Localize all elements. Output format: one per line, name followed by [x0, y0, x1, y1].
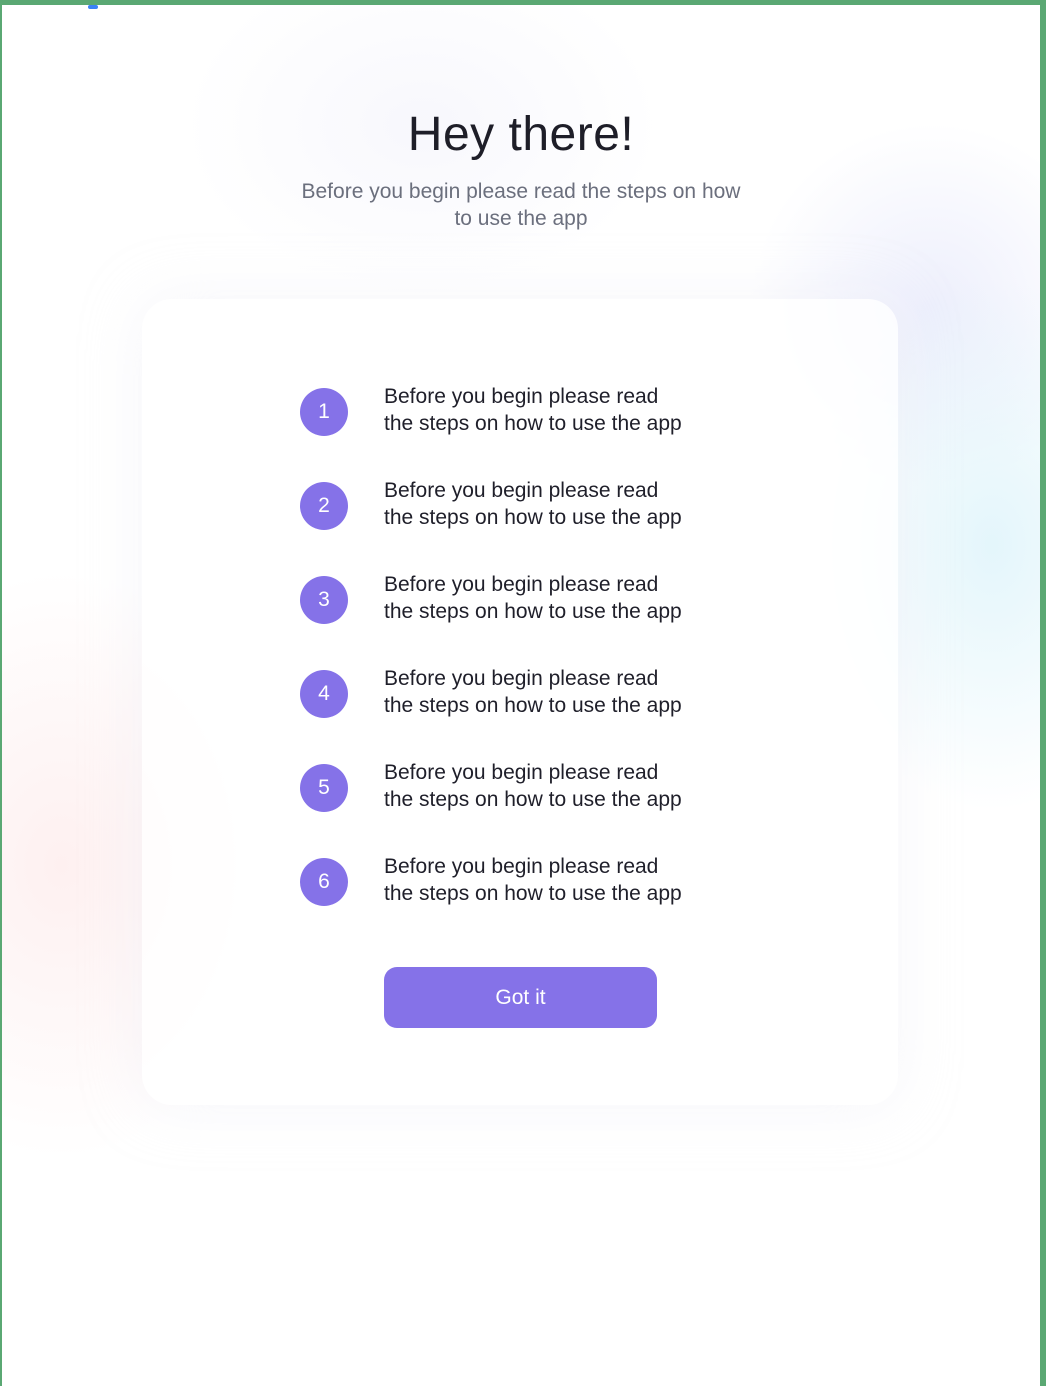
- steps-list: 1 Before you begin please read the steps…: [300, 367, 760, 931]
- step-text-line: the steps on how to use the app: [384, 788, 682, 811]
- step-item-1: 1 Before you begin please read the steps…: [300, 367, 760, 461]
- step-text-line: Before you begin please read: [384, 761, 659, 784]
- step-item-3: 3 Before you begin please read the steps…: [300, 555, 760, 649]
- step-text-line: the steps on how to use the app: [384, 600, 682, 623]
- step-text: Before you begin please read the steps o…: [384, 383, 734, 437]
- step-number-badge: 4: [300, 670, 348, 718]
- step-text-line: the steps on how to use the app: [384, 506, 682, 529]
- step-item-4: 4 Before you begin please read the steps…: [300, 649, 760, 743]
- step-number-badge: 3: [300, 576, 348, 624]
- step-text: Before you begin please read the steps o…: [384, 571, 734, 625]
- step-number-badge: 6: [300, 858, 348, 906]
- got-it-button[interactable]: Got it: [384, 967, 657, 1028]
- step-text: Before you begin please read the steps o…: [384, 759, 734, 813]
- step-text: Before you begin please read the steps o…: [384, 477, 734, 531]
- step-number-badge: 5: [300, 764, 348, 812]
- step-text-line: Before you begin please read: [384, 855, 659, 878]
- step-text-line: the steps on how to use the app: [384, 694, 682, 717]
- step-text: Before you begin please read the steps o…: [384, 665, 734, 719]
- step-text-line: Before you begin please read: [384, 479, 659, 502]
- corner-marker: [88, 5, 98, 9]
- page-subtitle: Before you begin please read the steps o…: [301, 180, 741, 230]
- step-text-line: Before you begin please read: [384, 667, 659, 690]
- step-item-5: 5 Before you begin please read the steps…: [300, 743, 760, 837]
- step-text-line: Before you begin please read: [384, 573, 659, 596]
- step-number-badge: 1: [300, 388, 348, 436]
- step-text-line: Before you begin please read: [384, 385, 659, 408]
- step-text-line: the steps on how to use the app: [384, 882, 682, 905]
- step-number-badge: 2: [300, 482, 348, 530]
- step-text-line: the steps on how to use the app: [384, 412, 682, 435]
- step-text: Before you begin please read the steps o…: [384, 853, 734, 907]
- page-frame: Hey there! Before you begin please read …: [0, 0, 1046, 1386]
- page-title: Hey there!: [407, 108, 635, 161]
- step-item-6: 6 Before you begin please read the steps…: [300, 837, 760, 931]
- step-item-2: 2 Before you begin please read the steps…: [300, 461, 760, 555]
